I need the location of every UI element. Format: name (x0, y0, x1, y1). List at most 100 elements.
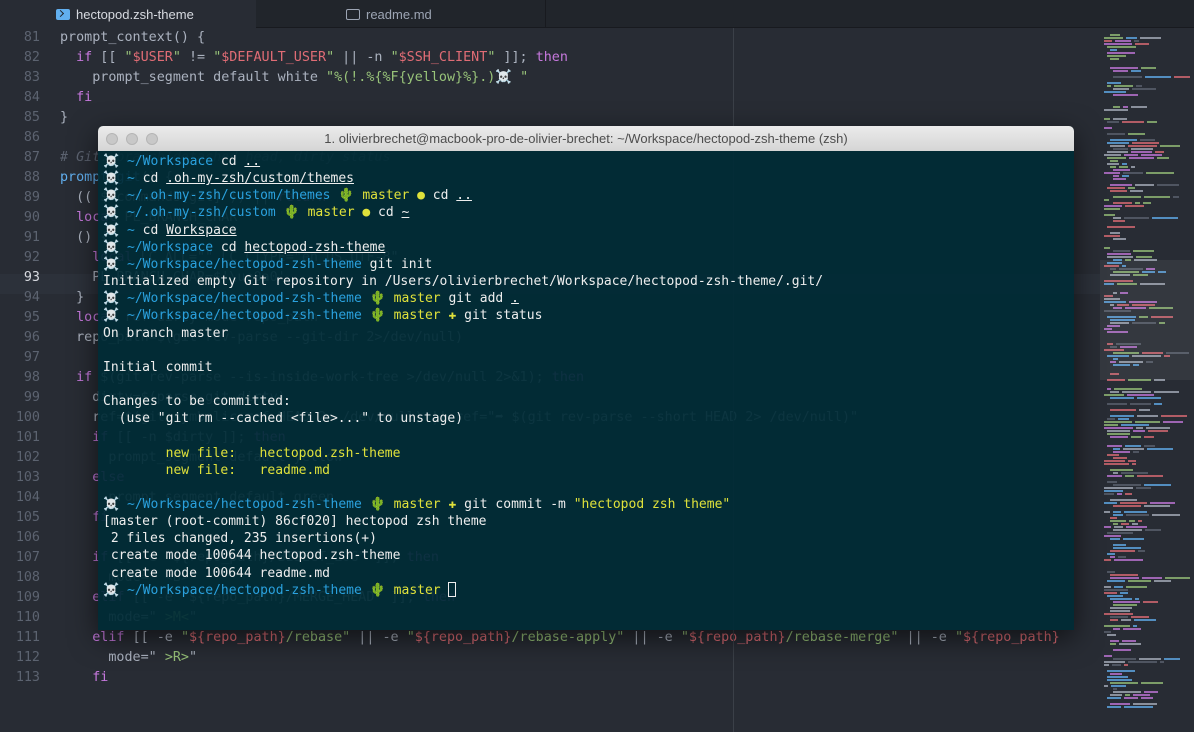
terminal-line: create mode 100644 hectopod.zsh-theme (103, 547, 401, 564)
tab-readme[interactable]: readme.md (256, 0, 546, 28)
minimap-line (1104, 205, 1122, 207)
line-number: 98 (23, 370, 40, 385)
minimap-line (1113, 691, 1141, 693)
minimap-line (1136, 85, 1142, 87)
minimap-line (1113, 94, 1138, 96)
minimap-line (1113, 511, 1121, 513)
line-number: 111 (15, 630, 40, 645)
minimap-line (1135, 184, 1154, 186)
minimap-line (1132, 88, 1156, 90)
code-token: " (954, 630, 963, 645)
terminal-line: ☠️ ~/.oh-my-zsh/custom 🌵 master ● cd ~ (103, 204, 409, 221)
minimap-line (1120, 502, 1147, 504)
minimap-line (1128, 580, 1151, 582)
code-token: /rebase-merge" (785, 630, 899, 645)
minimap-line (1107, 481, 1117, 483)
minimap-line (1113, 529, 1142, 531)
terminal-line: ☠️ ~/.oh-my-zsh/custom/themes 🌵 master ●… (103, 187, 472, 204)
skull-icon: ☠️ (103, 239, 128, 255)
minimap-line (1110, 607, 1132, 609)
tab-hectopod-zsh-theme[interactable]: hectopod.zsh-theme (0, 0, 256, 28)
minimap-line (1104, 586, 1111, 588)
minimap-line (1114, 85, 1133, 87)
terminal-text: ~/Workspace/hectopod-zsh-theme (127, 291, 362, 307)
terminal-title-bar[interactable]: 1. olivierbrechet@macbook-pro-de-olivier… (98, 126, 1074, 151)
code-token: prompt_context() { (60, 30, 206, 45)
terminal-text: ~/.oh-my-zsh/custom (127, 205, 276, 221)
minimap-line (1113, 238, 1126, 240)
minimap-line (1113, 451, 1130, 453)
minimap-line (1107, 133, 1125, 135)
minimap-line (1110, 616, 1128, 618)
terminal-text: master ● (362, 188, 425, 204)
minimap-line (1104, 487, 1133, 489)
line-number: 101 (15, 430, 40, 445)
minimap-line (1107, 571, 1115, 573)
minimap-line (1107, 157, 1126, 159)
minimap-line (1150, 502, 1175, 504)
minimap-line (1104, 214, 1115, 216)
line-number: 106 (15, 530, 40, 545)
minimap-line (1110, 520, 1126, 522)
code-token: [[ (92, 50, 125, 65)
minimap-line (1113, 649, 1131, 651)
minimap-line (1124, 664, 1128, 666)
terminal-line: ☠️ ~/Workspace/hectopod-zsh-theme 🌵 mast… (103, 290, 519, 307)
minimap-line (1118, 556, 1126, 558)
minimap-line (1115, 40, 1131, 42)
minimap-line (1126, 586, 1147, 588)
minimap-line (1107, 163, 1119, 165)
minimap-line (1107, 634, 1116, 636)
minimap[interactable] (1100, 28, 1194, 732)
terminal-text: new file: hectopod.zsh-theme (103, 445, 401, 461)
minimap-line (1124, 697, 1138, 699)
minimize-button[interactable] (126, 133, 138, 145)
terminal-text: .. (244, 154, 261, 169)
terminal-text: cd (370, 205, 402, 221)
code-token: $SSH_CLIENT (398, 50, 488, 65)
minimap-line (1107, 580, 1125, 582)
minimap-line (1104, 655, 1112, 657)
line-number: 102 (15, 450, 40, 465)
minimap-line (1124, 511, 1147, 513)
minimap-line (1107, 52, 1135, 54)
code-token: " (180, 630, 189, 645)
line-number: 82 (23, 50, 40, 65)
line-number-gutter[interactable]: 81 82 83 84 85 86 87 88 89 90 91 92 93 94 95 96 97 98 99 10… (0, 28, 44, 732)
code-token: || -e (624, 630, 681, 645)
line-number: 112 (15, 650, 40, 665)
terminal-text: .. (456, 188, 472, 204)
skull-icon: ☠️ (103, 291, 128, 307)
close-button[interactable] (106, 133, 118, 145)
line-number: 89 (23, 190, 40, 205)
minimap-line (1107, 595, 1123, 597)
terminal-output[interactable]: ☠️ ~/Workspace cd .. ☠️ ~ cd .oh-my-zsh/c… (103, 151, 1074, 630)
minimap-line (1121, 472, 1148, 474)
minimap-line (1137, 475, 1163, 477)
minimap-visible-region[interactable] (1100, 260, 1194, 380)
line-number: 104 (15, 490, 40, 505)
terminal-title: 1. olivierbrechet@macbook-pro-de-olivier… (324, 131, 848, 146)
maximize-button[interactable] (146, 133, 158, 145)
cactus-icon: 🌵 (330, 188, 363, 204)
minimap-line (1113, 70, 1128, 72)
skull-icon: ☠️ (103, 171, 128, 187)
line-number: 85 (23, 110, 40, 125)
terminal-line: ☠️ ~/Workspace/hectopod-zsh-theme 🌵 mast… (103, 307, 542, 324)
minimap-line (1121, 619, 1131, 621)
terminal-file-icon (56, 8, 70, 20)
terminal-line: new file: readme.md (103, 462, 330, 479)
terminal-text: master ● (307, 205, 371, 221)
minimap-line (1110, 682, 1138, 684)
code-token: " (172, 50, 181, 65)
code-token: " (189, 650, 198, 665)
terminal-window[interactable]: 1. olivierbrechet@macbook-pro-de-olivier… (98, 126, 1074, 630)
minimap-line (1107, 403, 1127, 405)
